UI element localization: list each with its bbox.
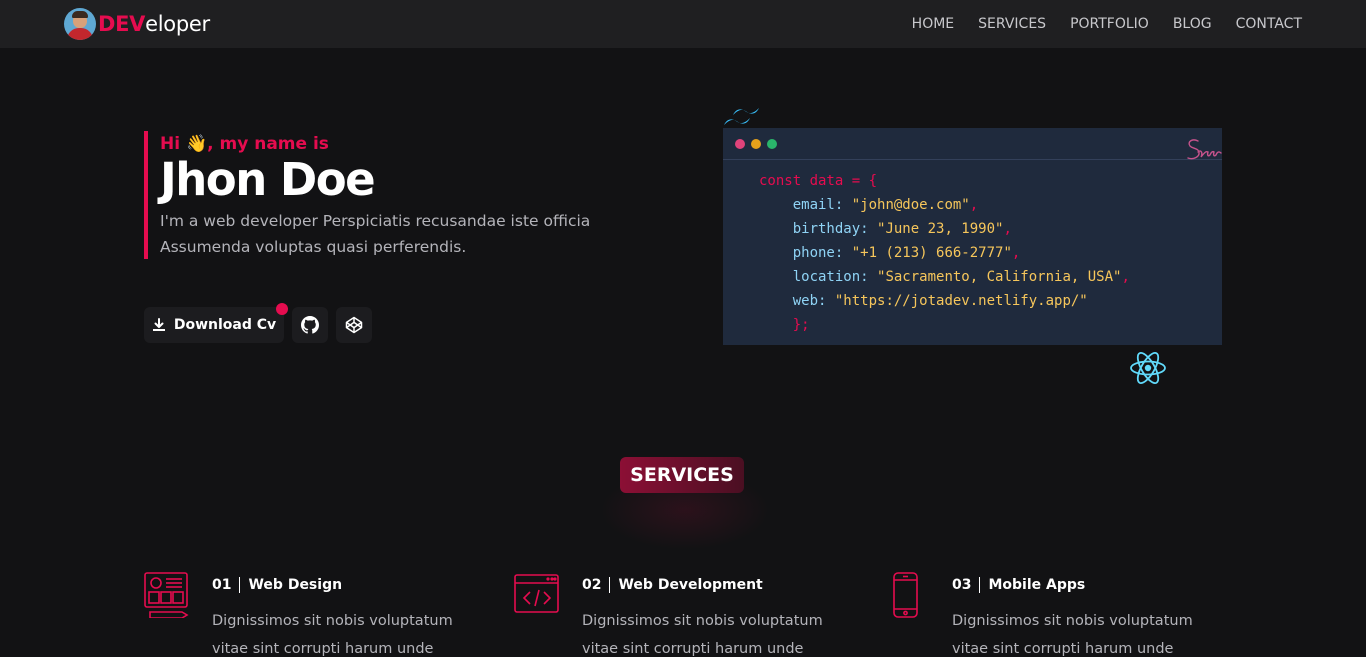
service-title: 03 Mobile Apps [952, 577, 1086, 593]
mobile-phone-icon [893, 572, 918, 618]
brand-name: DEVeloper [98, 12, 210, 36]
code-line: web: "https://jotadev.netlify.app/" [792, 293, 1088, 309]
services-heading: SERVICES [620, 457, 744, 493]
github-button[interactable] [292, 307, 328, 343]
service-title: 02 Web Development [582, 577, 763, 593]
window-dot-yellow [751, 139, 761, 149]
window-dot-green [767, 139, 777, 149]
code-line: email: "john@doe.com", [792, 197, 979, 213]
download-icon [152, 318, 165, 331]
service-description: Dignissimos sit nobis voluptatum vitae s… [952, 613, 1193, 657]
nav-home[interactable]: HOME [912, 16, 954, 32]
react-icon [1130, 352, 1166, 384]
code-window: const data = { email: "john@doe.com", bi… [723, 128, 1222, 345]
nav-portfolio[interactable]: PORTFOLIO [1070, 16, 1149, 32]
avatar [64, 8, 96, 40]
brand-name-rest: eloper [145, 12, 210, 36]
nav-services[interactable]: SERVICES [978, 16, 1046, 32]
navbar: DEVeloper HOME SERVICES PORTFOLIO BLOG C… [0, 0, 1366, 48]
codepen-button[interactable] [336, 307, 372, 343]
window-dot-red [735, 139, 745, 149]
code-snippet: const data = { email: "john@doe.com", bi… [759, 169, 1130, 337]
code-open: const data = { [759, 173, 878, 189]
hero-name: Jhon Doe [160, 153, 376, 206]
nav-contact[interactable]: CONTACT [1236, 16, 1302, 32]
download-cv-label: Download Cv [173, 317, 277, 333]
code-icon [514, 574, 559, 613]
service-description: Dignissimos sit nobis voluptatum vitae s… [212, 613, 453, 657]
sass-icon [1187, 139, 1222, 160]
main-nav: HOME SERVICES PORTFOLIO BLOG CONTACT [912, 0, 1302, 48]
download-cv-button[interactable]: Download Cv [144, 307, 284, 343]
code-close: }; [792, 317, 810, 333]
hero-accent-bar [144, 131, 148, 259]
brand-name-accent: DEV [98, 12, 146, 36]
service-description: Dignissimos sit nobis voluptatum vitae s… [582, 613, 823, 657]
hero-intro: I'm a web developer Perspiciatis recusan… [160, 212, 591, 256]
codepen-icon [345, 316, 363, 334]
code-line: phone: "+1 (213) 666-2777", [792, 245, 1021, 261]
web-design-icon [144, 572, 189, 618]
code-line: birthday: "June 23, 1990", [792, 221, 1012, 237]
service-title: 01 Web Design [212, 577, 343, 593]
notification-dot [276, 303, 288, 315]
nav-blog[interactable]: BLOG [1173, 16, 1212, 32]
hero-greeting: Hi 👋, my name is [160, 134, 329, 154]
code-line: location: "Sacramento, California, USA", [792, 269, 1130, 285]
code-window-header [723, 128, 1222, 160]
brand-logo[interactable]: DEVeloper [64, 8, 210, 40]
github-icon [301, 316, 319, 334]
